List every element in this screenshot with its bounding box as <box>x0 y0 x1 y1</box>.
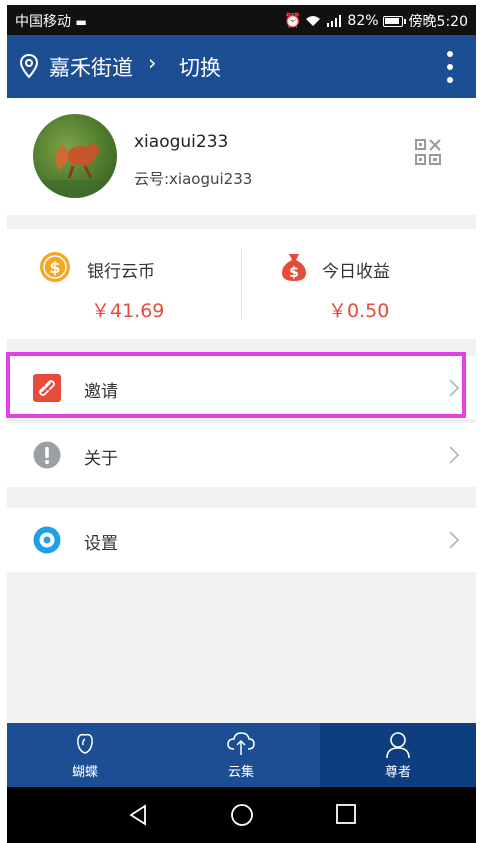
cloud-id: 云号:xiaogui233 <box>134 170 253 188</box>
svg-text:$: $ <box>49 258 60 277</box>
alarm-icon: ⏰ <box>283 13 302 29</box>
location-pin-icon[interactable] <box>19 53 39 79</box>
link-icon <box>33 374 61 402</box>
back-icon[interactable] <box>127 803 149 827</box>
bank-coins-stat[interactable]: $ 银行云币 ￥41.69 <box>7 229 241 339</box>
menu-item-label: 设置 <box>84 534 118 554</box>
menu-item-settings[interactable]: 设置 <box>7 508 476 572</box>
carrier-label: 中国移动 ▬ <box>15 11 87 31</box>
briefcase-icon: ▬ <box>75 15 87 29</box>
wifi-icon <box>306 16 321 26</box>
nav-tab-cloud[interactable]: 云集 <box>163 723 319 787</box>
qr-code-icon[interactable] <box>415 139 441 165</box>
bottom-navigation: 蝴蝶 云集 尊者 <box>7 723 476 787</box>
location-title[interactable]: 嘉禾街道 <box>49 52 133 82</box>
switch-location-button[interactable]: 切换 <box>179 52 221 82</box>
menu-item-about[interactable]: 关于 <box>7 423 476 487</box>
status-bar: 中国移动 ▬ ⏰ 82% 傍晚5:20 <box>7 5 476 35</box>
nav-tab-user[interactable]: 尊者 <box>320 723 476 787</box>
chevron-right-icon <box>449 531 460 549</box>
coin-icon: $ <box>40 252 70 282</box>
settings-icon <box>33 526 61 554</box>
stat-value: ￥0.50 <box>328 300 390 322</box>
nav-label: 尊者 <box>384 765 411 780</box>
cloud-icon <box>227 732 255 755</box>
info-icon <box>33 441 61 469</box>
menu-item-label: 关于 <box>84 449 118 469</box>
stat-label: 银行云币 <box>87 262 155 282</box>
chevron-right-icon <box>449 446 460 464</box>
chevron-right-icon <box>449 379 460 397</box>
avatar[interactable] <box>33 114 117 198</box>
nav-label: 蝴蝶 <box>71 765 98 780</box>
stats-panel: $ 银行云币 ￥41.69 $ 今日收益 ￥0.50 <box>7 229 476 339</box>
more-options-icon[interactable] <box>446 51 454 83</box>
stat-value: ￥41.69 <box>91 300 165 322</box>
status-icons: ⏰ 82% 傍晚5:20 <box>284 11 468 31</box>
money-bag-icon: $ <box>282 254 306 281</box>
nav-tab-butterfly[interactable]: 蝴蝶 <box>7 723 163 787</box>
squirrel-image <box>33 144 117 198</box>
profile-card[interactable]: xiaogui233 云号:xiaogui233 <box>7 98 476 215</box>
butterfly-icon <box>77 733 93 754</box>
home-icon[interactable] <box>230 803 254 827</box>
signal-icon <box>327 15 342 27</box>
app-screen: 中国移动 ▬ ⏰ 82% 傍晚5:20 嘉禾街道 › 切换 xiaogui233… <box>7 5 476 843</box>
user-icon <box>386 732 410 759</box>
svg-text:$: $ <box>289 265 299 281</box>
chevron-right-icon: › <box>148 51 157 75</box>
status-time: 傍晚5:20 <box>408 14 468 30</box>
stat-label: 今日收益 <box>322 262 390 282</box>
carrier-text: 中国移动 <box>15 14 71 30</box>
battery-icon <box>382 15 406 27</box>
nav-label: 云集 <box>227 765 254 780</box>
battery-percent: 82% <box>347 13 379 29</box>
username: xiaogui233 <box>134 132 229 152</box>
menu-item-label: 邀请 <box>84 382 118 402</box>
menu-divider <box>7 420 476 421</box>
system-navigation-bar <box>7 787 476 843</box>
recents-icon[interactable] <box>335 803 357 825</box>
menu-item-invite[interactable]: 邀请 <box>7 356 476 420</box>
top-app-bar: 嘉禾街道 › 切换 <box>7 35 476 98</box>
today-earnings-stat[interactable]: $ 今日收益 ￥0.50 <box>242 229 476 339</box>
